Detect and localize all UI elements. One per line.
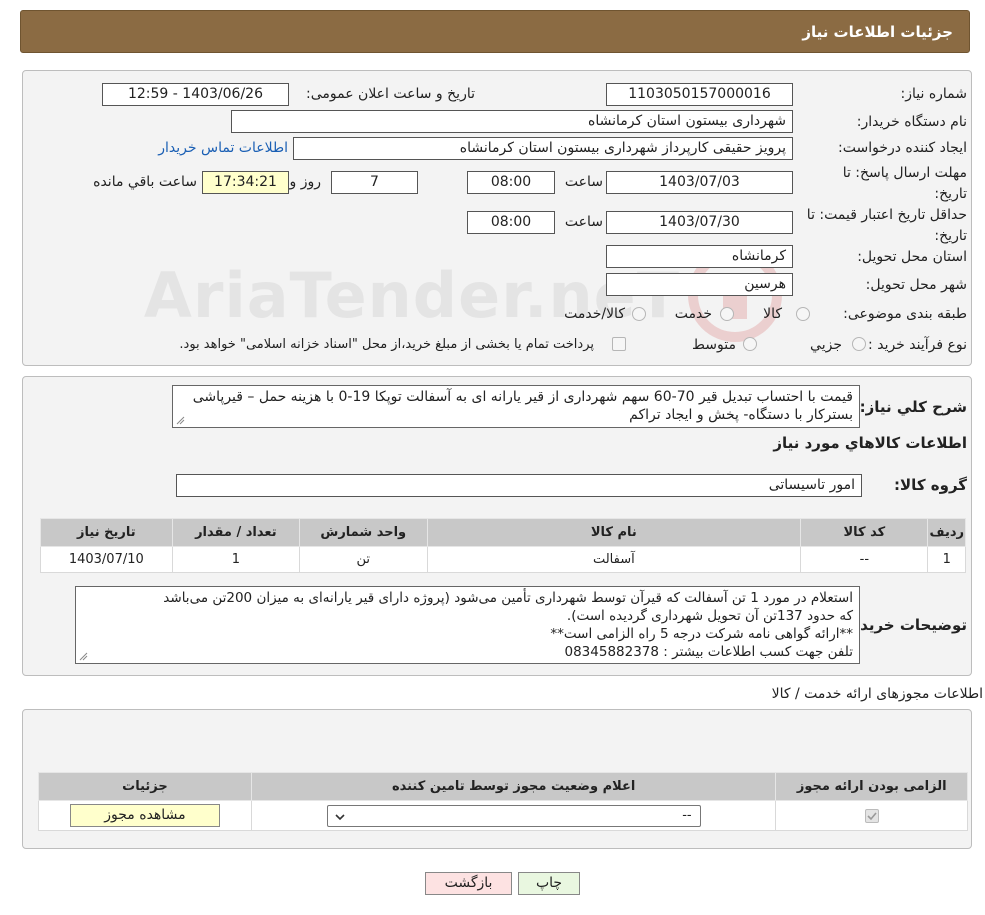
view-license-button[interactable]: مشاهده مجوز <box>69 804 220 827</box>
validity-label: حداقل تاریخ اعتبار قیمت: تا تاریخ: <box>806 207 967 244</box>
col-license-details: جزئیات <box>38 772 252 801</box>
license-status-select[interactable]: -- <box>326 804 701 827</box>
cell-date: 1403/07/10 <box>40 546 173 573</box>
chevron-down-icon <box>335 813 345 820</box>
buyer-org-label: نام دستگاه خریدار: <box>856 114 967 130</box>
buyer-notes-text: استعلام در مورد 1 تن آسفالت که قیرآن توس… <box>75 586 860 664</box>
city-field: هرسین <box>606 273 793 296</box>
col-row: ردیف <box>927 518 966 547</box>
creator-field: پرویز حقیقی کارپرداز شهرداری بیستون استا… <box>293 137 793 160</box>
license-required-checkbox <box>864 808 879 823</box>
cell-unit: تن <box>299 546 428 573</box>
buyer-notes-line: که حدود 137تن آن تحویل شهرداری گردیده اس… <box>566 608 853 624</box>
process-option-minor: جزيي <box>810 337 842 353</box>
process-radio-medium[interactable] <box>743 337 757 351</box>
col-qty: تعداد / مقدار <box>171 518 301 547</box>
buyer-notes-line: تلفن جهت کسب اطلاعات بیشتر : 08345882378 <box>564 644 854 660</box>
creator-label: ایجاد کننده درخواست: <box>838 140 967 156</box>
process-option-medium: متوسط <box>692 337 736 353</box>
category-option-goods: کالا <box>763 306 782 322</box>
category-option-service: خدمت <box>674 306 712 322</box>
resize-grip-icon[interactable] <box>78 651 88 661</box>
remaining-time-label: ساعت باقي مانده <box>93 174 197 190</box>
licenses-title: اطلاعات مجوزهای ارائه خدمت / کالا <box>771 686 983 702</box>
description-text: قیمت با احتساب تبدیل قیر 70-60 سهم شهردا… <box>172 385 860 428</box>
items-table: ردیف کد کالا نام کالا واحد شمارش تعداد /… <box>40 518 966 573</box>
goods-group-field: امور تاسیساتی <box>176 474 862 497</box>
validity-time-field: 08:00 <box>467 211 555 234</box>
licenses-table: الزامی بودن ارائه مجوز اعلام وضعیت مجوز … <box>38 772 968 831</box>
col-license-required: الزامی بودن ارائه مجوز <box>775 772 968 801</box>
deadline-time-field: 08:00 <box>467 171 555 194</box>
page-title: جزئیات اطلاعات نیاز <box>802 23 953 41</box>
license-status-value: -- <box>682 807 692 823</box>
print-button[interactable]: چاپ <box>518 872 580 895</box>
items-table-header: ردیف کد کالا نام کالا واحد شمارش تعداد /… <box>40 518 966 547</box>
description-label: شرح کلي نیاز: <box>859 398 967 416</box>
treasury-checkbox[interactable] <box>612 337 626 351</box>
buyer-notes-line: استعلام در مورد 1 تن آسفالت که قیرآن توس… <box>163 590 853 606</box>
buyer-notes-line: **ارائه گواهی نامه شرکت درجه 5 راه الزام… <box>550 626 853 642</box>
license-status-cell: -- <box>250 800 777 831</box>
table-row: -- مشاهده مجوز <box>38 800 968 831</box>
city-label: شهر محل تحویل: <box>865 277 967 293</box>
deadline-label: مهلت ارسال پاسخ: تا تاریخ: <box>842 165 967 202</box>
cell-qty: 1 <box>171 546 301 573</box>
category-radio-service[interactable] <box>720 307 734 321</box>
category-radio-goods-service[interactable] <box>632 307 646 321</box>
buyer-org-field: شهرداری بیستون استان کرمانشاه <box>231 110 793 133</box>
validity-date-field: 1403/07/30 <box>606 211 793 234</box>
resize-grip-icon[interactable] <box>175 415 185 425</box>
validity-time-label: ساعت <box>564 214 603 230</box>
announce-field: 1403/06/26 - 12:59 <box>102 83 289 106</box>
col-name: نام کالا <box>426 518 802 547</box>
page-header: جزئیات اطلاعات نیاز <box>20 10 970 53</box>
checkmark-icon <box>867 811 877 820</box>
col-license-status: اعلام وضعیت مجوز توسط تامین کننده <box>250 772 777 801</box>
col-unit: واحد شمارش <box>299 518 428 547</box>
deadline-date-field: 1403/07/03 <box>606 171 793 194</box>
back-button[interactable]: بازگشت <box>425 872 512 895</box>
remaining-time-field: 17:34:21 <box>202 171 289 194</box>
licenses-table-header: الزامی بودن ارائه مجوز اعلام وضعیت مجوز … <box>38 772 968 801</box>
table-row: 1 -- آسفالت تن 1 1403/07/10 <box>40 546 966 573</box>
process-radio-minor[interactable] <box>852 337 866 351</box>
col-code: کد کالا <box>800 518 929 547</box>
license-required-cell <box>775 800 968 831</box>
cell-name: آسفالت <box>426 546 802 573</box>
need-number-label: شماره نیاز: <box>900 86 968 102</box>
goods-info-title: اطلاعات کالاهاي مورد نیاز <box>773 434 967 452</box>
category-radio-goods[interactable] <box>796 307 810 321</box>
process-note: پرداخت تمام یا بخشی از مبلغ خرید،از محل … <box>179 337 594 352</box>
deadline-time-label: ساعت <box>564 174 603 190</box>
category-label: طبقه بندی موضوعی: <box>843 306 967 322</box>
days-field: 7 <box>331 171 418 194</box>
days-label: روز و <box>289 174 322 190</box>
category-option-goods-service: کالا/خدمت <box>564 306 625 322</box>
province-field: کرمانشاه <box>606 245 793 268</box>
cell-code: -- <box>800 546 929 573</box>
buyer-contact-link[interactable]: اطلاعات تماس خریدار <box>158 140 288 156</box>
license-details-cell: مشاهده مجوز <box>38 800 252 831</box>
goods-group-label: گروه کالا: <box>894 476 967 494</box>
col-date: تاریخ نیاز <box>40 518 173 547</box>
province-label: استان محل تحویل: <box>857 249 967 265</box>
need-number-field: 1103050157000016 <box>606 83 793 106</box>
cell-row: 1 <box>927 546 966 573</box>
process-label: نوع فرآیند خرید : <box>868 337 967 353</box>
announce-label: تاریخ و ساعت اعلان عمومی: <box>306 86 475 102</box>
